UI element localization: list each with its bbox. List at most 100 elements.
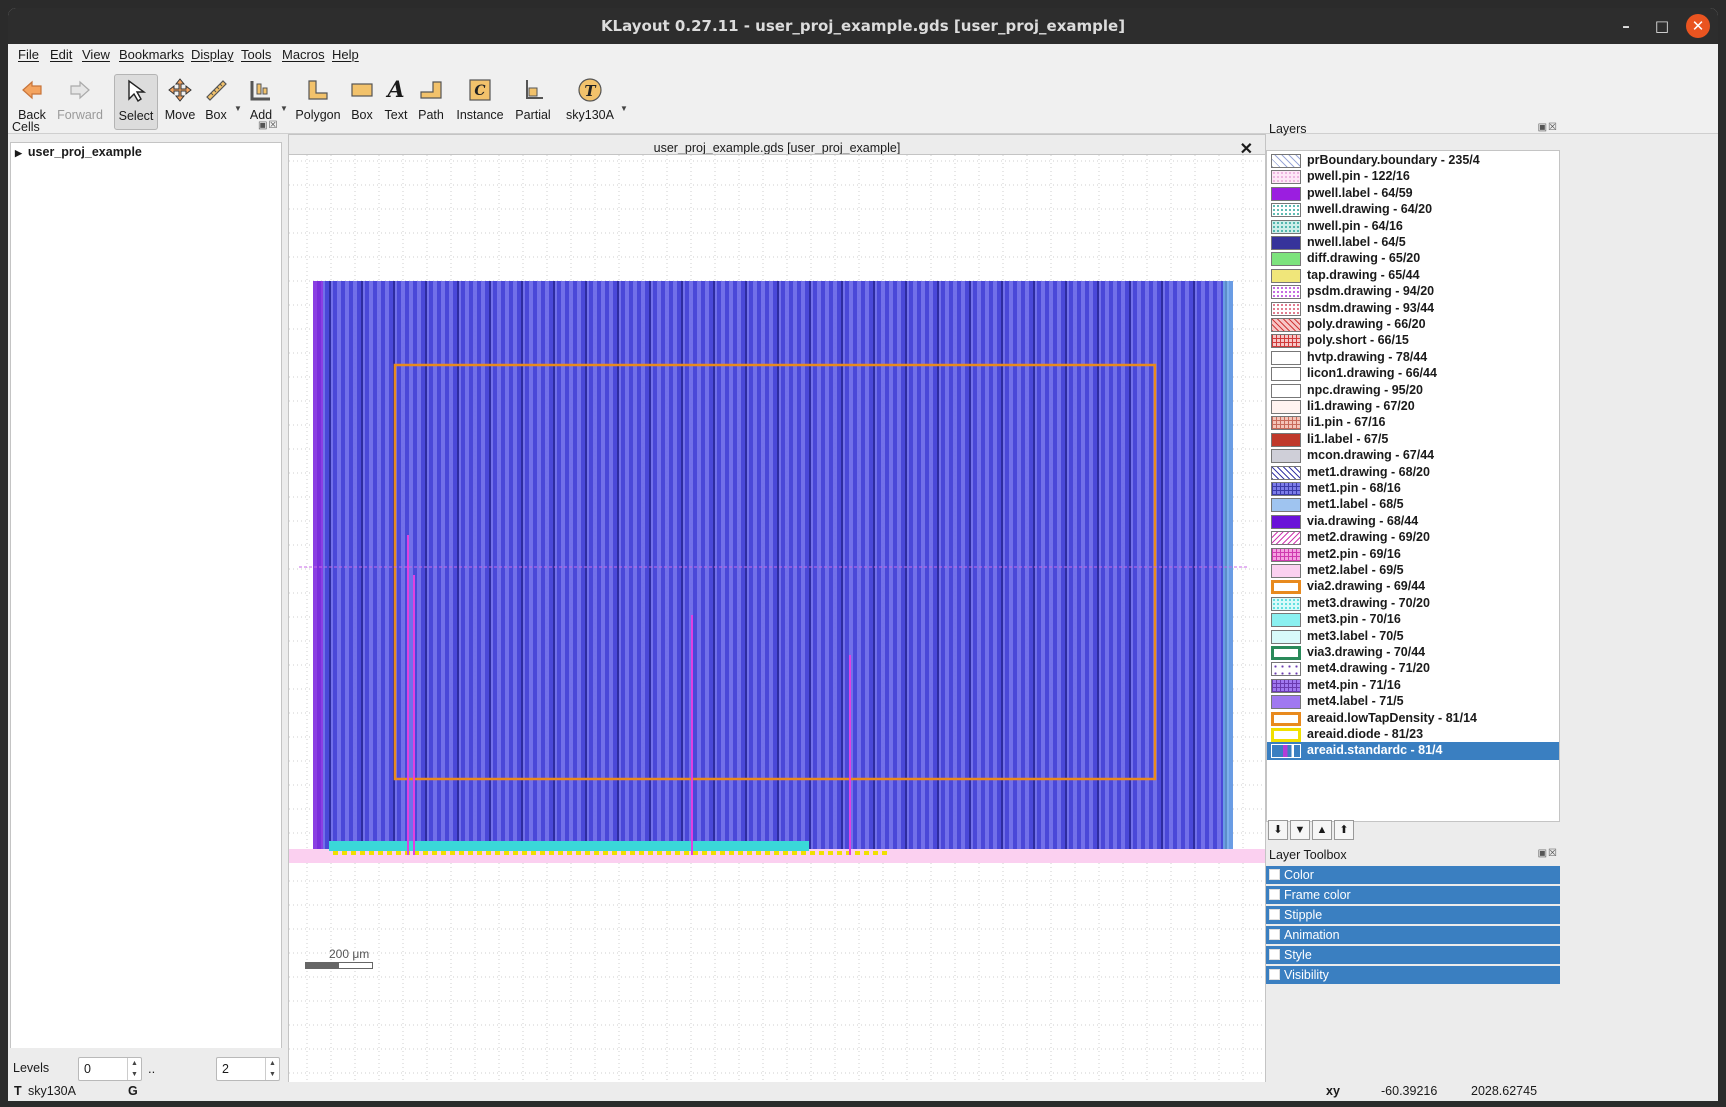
- layer-swatch[interactable]: [1271, 236, 1301, 250]
- close-icon[interactable]: ✕: [1686, 14, 1710, 38]
- layer-row[interactable]: nwell.pin - 64/16: [1267, 218, 1559, 236]
- layer-swatch[interactable]: [1271, 465, 1301, 480]
- layer-swatch[interactable]: [1271, 662, 1301, 677]
- layer-swatch[interactable]: [1271, 268, 1301, 283]
- box-tool-button[interactable]: Box: [347, 74, 377, 130]
- menu-view[interactable]: View: [82, 47, 110, 62]
- layer-swatch[interactable]: [1271, 744, 1301, 759]
- layer-row[interactable]: areaid.diode - 81/23: [1267, 726, 1559, 744]
- levels-from-spinbox[interactable]: 0 ▲ ▼: [78, 1057, 142, 1081]
- toolbox-section-color[interactable]: Color: [1266, 866, 1560, 884]
- layer-row[interactable]: li1.label - 67/5: [1267, 431, 1559, 449]
- polygon-tool-button[interactable]: Polygon: [294, 74, 342, 130]
- layer-row[interactable]: via2.drawing - 69/44: [1267, 578, 1559, 596]
- layer-swatch[interactable]: [1271, 252, 1301, 267]
- layer-row[interactable]: poly.short - 66/15: [1267, 332, 1559, 350]
- spin-arrows-icon[interactable]: ▲ ▼: [265, 1058, 279, 1080]
- layer-row[interactable]: tap.drawing - 65/44: [1267, 267, 1559, 285]
- layout-drawing[interactable]: [289, 155, 1266, 1083]
- layer-row[interactable]: licon1.drawing - 66/44: [1267, 365, 1559, 383]
- layer-row[interactable]: areaid.lowTapDensity - 81/14: [1267, 710, 1559, 728]
- layer-row[interactable]: psdm.drawing - 94/20: [1267, 283, 1559, 301]
- layer-row[interactable]: npc.drawing - 95/20: [1267, 382, 1559, 400]
- move-up-icon[interactable]: ▲: [1312, 820, 1332, 840]
- layer-swatch[interactable]: [1271, 482, 1301, 496]
- menu-display[interactable]: Display: [191, 47, 234, 62]
- menu-help[interactable]: Help: [332, 47, 359, 62]
- layer-row[interactable]: li1.pin - 67/16: [1267, 414, 1559, 432]
- layer-row[interactable]: met2.pin - 69/16: [1267, 546, 1559, 564]
- layer-swatch[interactable]: [1271, 711, 1301, 726]
- layer-row[interactable]: met1.pin - 68/16: [1267, 480, 1559, 498]
- layer-swatch[interactable]: [1271, 728, 1301, 742]
- layer-row[interactable]: via3.drawing - 70/44: [1267, 644, 1559, 662]
- layer-row[interactable]: mcon.drawing - 67/44: [1267, 447, 1559, 465]
- toolbox-section-stipple[interactable]: Stipple: [1266, 906, 1560, 924]
- layer-row[interactable]: met4.drawing - 71/20: [1267, 660, 1559, 678]
- layer-row[interactable]: pwell.pin - 122/16: [1267, 168, 1559, 186]
- forward-button[interactable]: Forward: [56, 74, 104, 130]
- layer-row[interactable]: nwell.drawing - 64/20: [1267, 201, 1559, 219]
- layer-swatch[interactable]: [1271, 613, 1301, 628]
- layer-row[interactable]: hvtp.drawing - 78/44: [1267, 349, 1559, 367]
- section-checkbox[interactable]: [1269, 909, 1280, 920]
- layers-panel-float-close-icon[interactable]: ▣☒: [1538, 122, 1558, 133]
- layer-row[interactable]: nsdm.drawing - 93/44: [1267, 300, 1559, 318]
- expand-arrow-icon[interactable]: ▶: [15, 148, 22, 158]
- layer-row[interactable]: met2.drawing - 69/20: [1267, 529, 1559, 547]
- levels-to-spinbox[interactable]: 2 ▲ ▼: [216, 1057, 280, 1081]
- section-checkbox[interactable]: [1269, 949, 1280, 960]
- minimize-icon[interactable]: –: [1614, 14, 1638, 38]
- menu-edit[interactable]: Edit: [50, 47, 72, 62]
- layer-swatch[interactable]: [1271, 318, 1301, 332]
- layer-row[interactable]: met1.drawing - 68/20: [1267, 464, 1559, 482]
- layer-swatch[interactable]: [1271, 400, 1301, 414]
- layer-swatch[interactable]: [1271, 678, 1301, 693]
- instance-tool-button[interactable]: C Instance: [454, 74, 506, 130]
- layer-swatch[interactable]: [1271, 416, 1301, 431]
- toolbox-section-visibility[interactable]: Visibility: [1266, 966, 1560, 984]
- toolbox-section-animation[interactable]: Animation: [1266, 926, 1560, 944]
- layer-swatch[interactable]: [1271, 334, 1301, 349]
- layer-swatch[interactable]: [1271, 449, 1301, 464]
- layer-swatch[interactable]: [1271, 367, 1301, 382]
- layer-swatch[interactable]: [1271, 514, 1301, 529]
- layer-row[interactable]: areaid.standardc - 81/4: [1267, 742, 1559, 761]
- move-to-bottom-icon[interactable]: ⬇: [1268, 820, 1288, 840]
- add-dropdown-icon[interactable]: ▼: [280, 104, 288, 113]
- toolbox-float-close-icon[interactable]: ▣☒: [1538, 848, 1558, 859]
- layer-swatch[interactable]: [1271, 547, 1301, 562]
- layer-swatch[interactable]: [1271, 170, 1301, 185]
- layer-swatch[interactable]: [1271, 301, 1301, 316]
- layer-row[interactable]: li1.drawing - 67/20: [1267, 398, 1559, 416]
- technology-dropdown-icon[interactable]: ▼: [620, 104, 628, 113]
- spin-arrows-icon[interactable]: ▲ ▼: [127, 1058, 141, 1080]
- layer-swatch[interactable]: [1271, 695, 1301, 710]
- technology-button[interactable]: T sky130A: [564, 74, 616, 130]
- layer-swatch[interactable]: [1271, 350, 1301, 365]
- move-to-top-icon[interactable]: ⬆: [1334, 820, 1354, 840]
- menu-macros[interactable]: Macros: [282, 47, 325, 62]
- cell-tree-root[interactable]: ▶ user_proj_example: [15, 145, 142, 159]
- toolbox-section-frame-color[interactable]: Frame color: [1266, 886, 1560, 904]
- move-down-icon[interactable]: ▼: [1290, 820, 1310, 840]
- menu-tools[interactable]: Tools: [241, 47, 271, 62]
- menu-bookmarks[interactable]: Bookmarks: [119, 47, 184, 62]
- section-checkbox[interactable]: [1269, 969, 1280, 980]
- layer-swatch[interactable]: [1271, 564, 1301, 578]
- layer-swatch[interactable]: [1271, 646, 1301, 660]
- layer-row[interactable]: diff.drawing - 65/20: [1267, 250, 1559, 268]
- layer-swatch[interactable]: [1271, 629, 1301, 644]
- layers-list[interactable]: prBoundary.boundary - 235/4 pwell.pin - 1…: [1266, 150, 1560, 822]
- section-checkbox[interactable]: [1269, 889, 1280, 900]
- layer-swatch[interactable]: [1271, 285, 1301, 300]
- layer-row[interactable]: via.drawing - 68/44: [1267, 513, 1559, 531]
- layer-swatch[interactable]: [1271, 596, 1301, 611]
- layer-swatch[interactable]: [1271, 432, 1301, 447]
- layer-row[interactable]: met4.label - 71/5: [1267, 693, 1559, 711]
- layer-row[interactable]: met3.label - 70/5: [1267, 628, 1559, 646]
- layer-swatch[interactable]: [1271, 531, 1301, 546]
- layer-row[interactable]: nwell.label - 64/5: [1267, 234, 1559, 252]
- box-ruler-tool-button[interactable]: Box: [202, 74, 230, 130]
- layer-row[interactable]: met2.label - 69/5: [1267, 562, 1559, 580]
